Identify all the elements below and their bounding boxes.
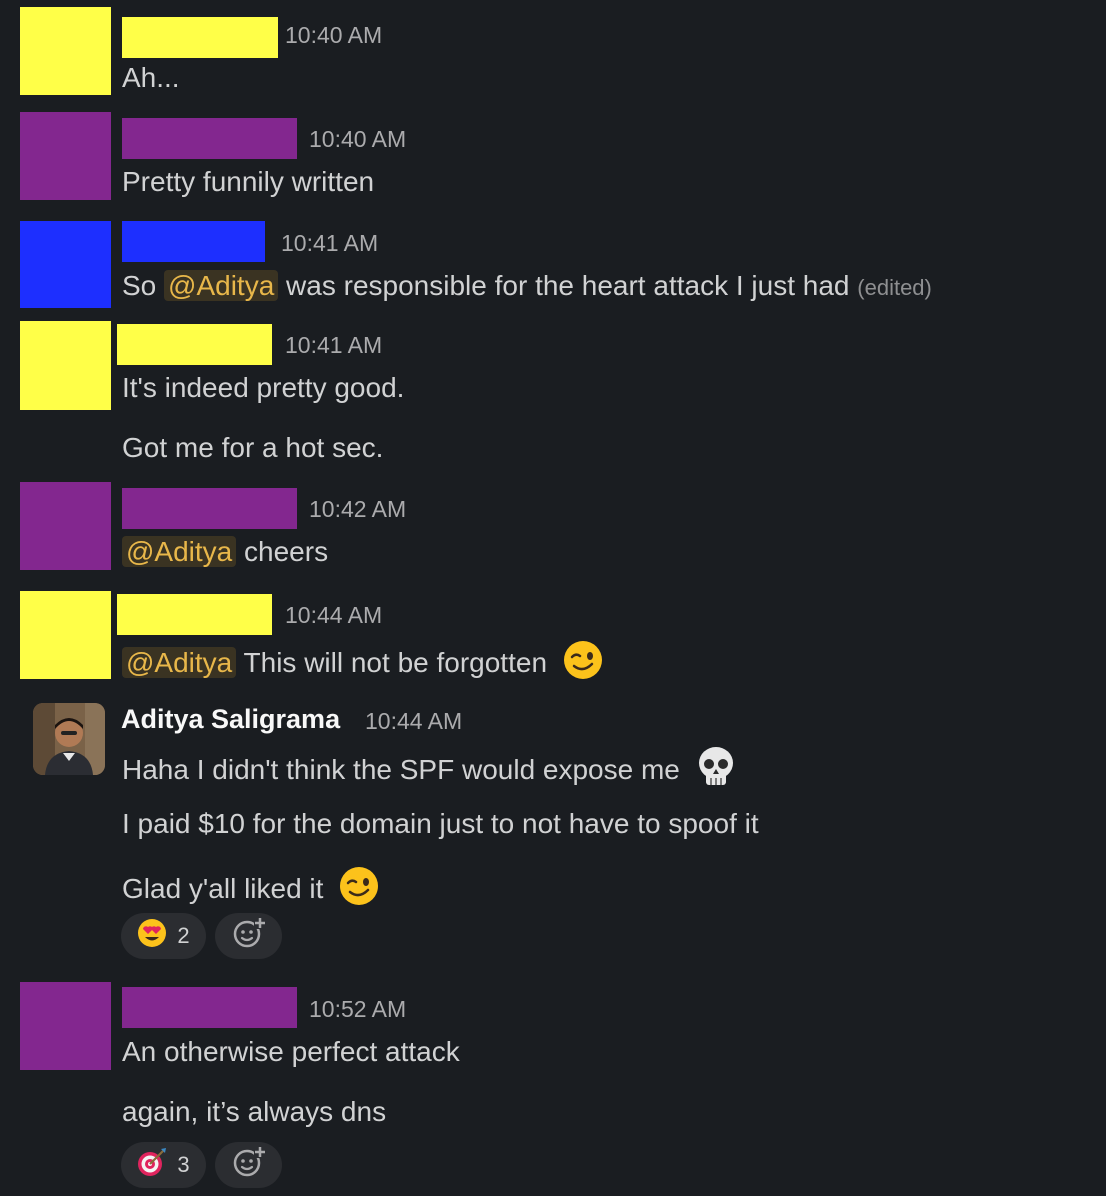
avatar[interactable]: [33, 703, 105, 775]
message-text: Ah...: [122, 62, 180, 93]
sender-name-redacted[interactable]: [122, 221, 265, 262]
message-text: Glad y'all liked it: [122, 866, 379, 915]
direct-hit-icon: [137, 1147, 167, 1183]
avatar-redacted[interactable]: [20, 112, 111, 200]
timestamp[interactable]: 10:41 AM: [285, 332, 382, 359]
winking-face-icon: [563, 640, 603, 689]
message-text: Pretty funnily written: [122, 166, 375, 197]
message-text-part: So: [122, 270, 165, 301]
timestamp[interactable]: 10:44 AM: [285, 602, 382, 629]
sender-name-redacted[interactable]: [122, 987, 297, 1028]
message-text-part: was responsible for the heart attack I j…: [278, 270, 850, 301]
add-reaction-icon: [232, 916, 266, 956]
message-text: @Aditya cheers: [122, 534, 328, 570]
message-text-part: Glad y'all liked it: [122, 872, 324, 904]
message-text: again, it’s always dns: [122, 1096, 387, 1127]
avatar-redacted[interactable]: [20, 982, 111, 1070]
sender-name-redacted[interactable]: [122, 488, 297, 529]
edited-label: (edited): [857, 275, 932, 300]
avatar-redacted[interactable]: [20, 7, 111, 95]
sender-name-redacted[interactable]: [122, 118, 297, 159]
message-text: Haha I didn't think the SPF would expose…: [122, 746, 736, 797]
sender-name-redacted[interactable]: [122, 17, 278, 58]
sender-name-redacted[interactable]: [117, 594, 272, 635]
message-text: Got me for a hot sec.: [122, 432, 384, 463]
heart-eyes-icon: [137, 918, 167, 954]
add-reaction-icon: [232, 1145, 266, 1185]
timestamp[interactable]: 10:44 AM: [365, 708, 462, 735]
timestamp[interactable]: 10:40 AM: [309, 126, 406, 153]
reaction-heart-eyes[interactable]: 2: [121, 913, 206, 959]
skull-icon: [696, 746, 736, 797]
message-text-part: cheers: [236, 536, 329, 567]
reaction-count: 2: [177, 923, 190, 948]
avatar-redacted[interactable]: [20, 482, 111, 570]
message-text: @Aditya This will not be forgotten: [122, 640, 603, 689]
timestamp[interactable]: 10:40 AM: [285, 22, 382, 49]
add-reaction-button[interactable]: [215, 913, 282, 959]
user-mention[interactable]: @Aditya: [122, 536, 237, 567]
message-text: So @Aditya was responsible for the heart…: [122, 268, 932, 306]
avatar-redacted[interactable]: [20, 591, 111, 679]
add-reaction-button[interactable]: [215, 1142, 282, 1188]
timestamp[interactable]: 10:42 AM: [309, 496, 406, 523]
sender-name[interactable]: Aditya Saligrama: [121, 704, 340, 735]
message-text-part: Haha I didn't think the SPF would expose…: [122, 753, 680, 785]
message-text: I paid $10 for the domain just to not ha…: [122, 808, 759, 839]
avatar-redacted[interactable]: [20, 321, 111, 410]
winking-face-icon: [339, 866, 379, 915]
message-text: It's indeed pretty good.: [122, 372, 405, 403]
timestamp[interactable]: 10:52 AM: [309, 996, 406, 1023]
user-mention[interactable]: @Aditya: [164, 270, 279, 301]
sender-name-redacted[interactable]: [117, 324, 272, 365]
reaction-direct-hit[interactable]: 3: [121, 1142, 206, 1188]
message-text: An otherwise perfect attack: [122, 1036, 460, 1067]
message-text-part: This will not be forgotten: [236, 646, 548, 678]
avatar-redacted[interactable]: [20, 221, 111, 308]
reaction-count: 3: [177, 1152, 190, 1177]
user-mention[interactable]: @Aditya: [122, 646, 237, 678]
timestamp[interactable]: 10:41 AM: [281, 230, 378, 257]
